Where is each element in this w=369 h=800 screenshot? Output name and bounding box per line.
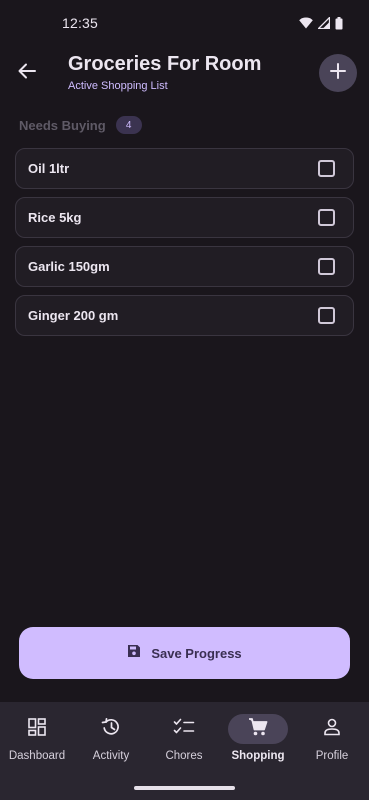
title-block: Groceries For Room Active Shopping List [68,52,261,92]
item-checkbox[interactable] [318,307,335,324]
status-time: 12:35 [62,15,99,31]
person-icon [323,718,341,741]
item-label: Ginger 200 gm [28,308,119,323]
list-item[interactable]: Rice 5kg [15,197,354,238]
home-indicator[interactable] [134,786,235,790]
nav-pill [228,714,288,744]
nav-label: Shopping [231,750,285,762]
status-bar: 12:35 [0,0,369,46]
section-label: Needs Buying [19,117,106,133]
nav-item-shopping[interactable]: Shopping [221,714,295,774]
nav-label: Dashboard [8,750,66,762]
nav-item-dashboard[interactable]: Dashboard [0,714,74,774]
nav-pill [302,714,362,744]
save-button-label: Save Progress [151,645,242,661]
item-checkbox[interactable] [318,209,335,226]
list-item[interactable]: Ginger 200 gm [15,295,354,336]
item-checkbox[interactable] [318,160,335,177]
nav-label: Chores [165,750,203,762]
list-item[interactable]: Oil 1ltr [15,148,354,189]
page-subtitle: Active Shopping List [68,80,168,92]
nav-pill [7,714,67,744]
nav-label: Profile [315,750,349,762]
add-item-button[interactable] [319,54,357,92]
status-icons [299,16,343,30]
list-item[interactable]: Garlic 150gm [15,246,354,287]
page-title: Groceries For Room [68,53,262,75]
item-checkbox[interactable] [318,258,335,275]
save-icon [127,644,141,663]
cellular-signal-icon [318,17,330,29]
item-label: Garlic 150gm [28,259,110,274]
plus-icon [330,62,346,84]
wifi-icon [299,17,313,29]
count-badge: 4 [115,116,142,134]
item-label: Rice 5kg [28,210,82,225]
dashboard-icon [28,717,46,741]
cart-icon [248,717,268,742]
nav-item-activity[interactable]: Activity [74,714,148,774]
save-progress-button[interactable]: Save Progress [19,627,350,679]
back-button[interactable] [10,56,44,90]
nav-pill [81,714,141,744]
nav-item-chores[interactable]: Chores [147,714,221,774]
nav-item-profile[interactable]: Profile [295,714,369,774]
nav-label: Activity [92,750,130,762]
nav-pill [154,714,214,744]
app-bar: Groceries For Room Active Shopping List [0,50,369,98]
battery-icon [335,16,343,30]
section-header: Needs Buying 4 [19,115,142,135]
arrow-back-icon [17,61,37,86]
shopping-list: Oil 1ltr Rice 5kg Garlic 150gm Ginger 20… [15,148,354,344]
item-label: Oil 1ltr [28,161,70,176]
history-icon [101,717,121,742]
checklist-icon [173,718,195,741]
